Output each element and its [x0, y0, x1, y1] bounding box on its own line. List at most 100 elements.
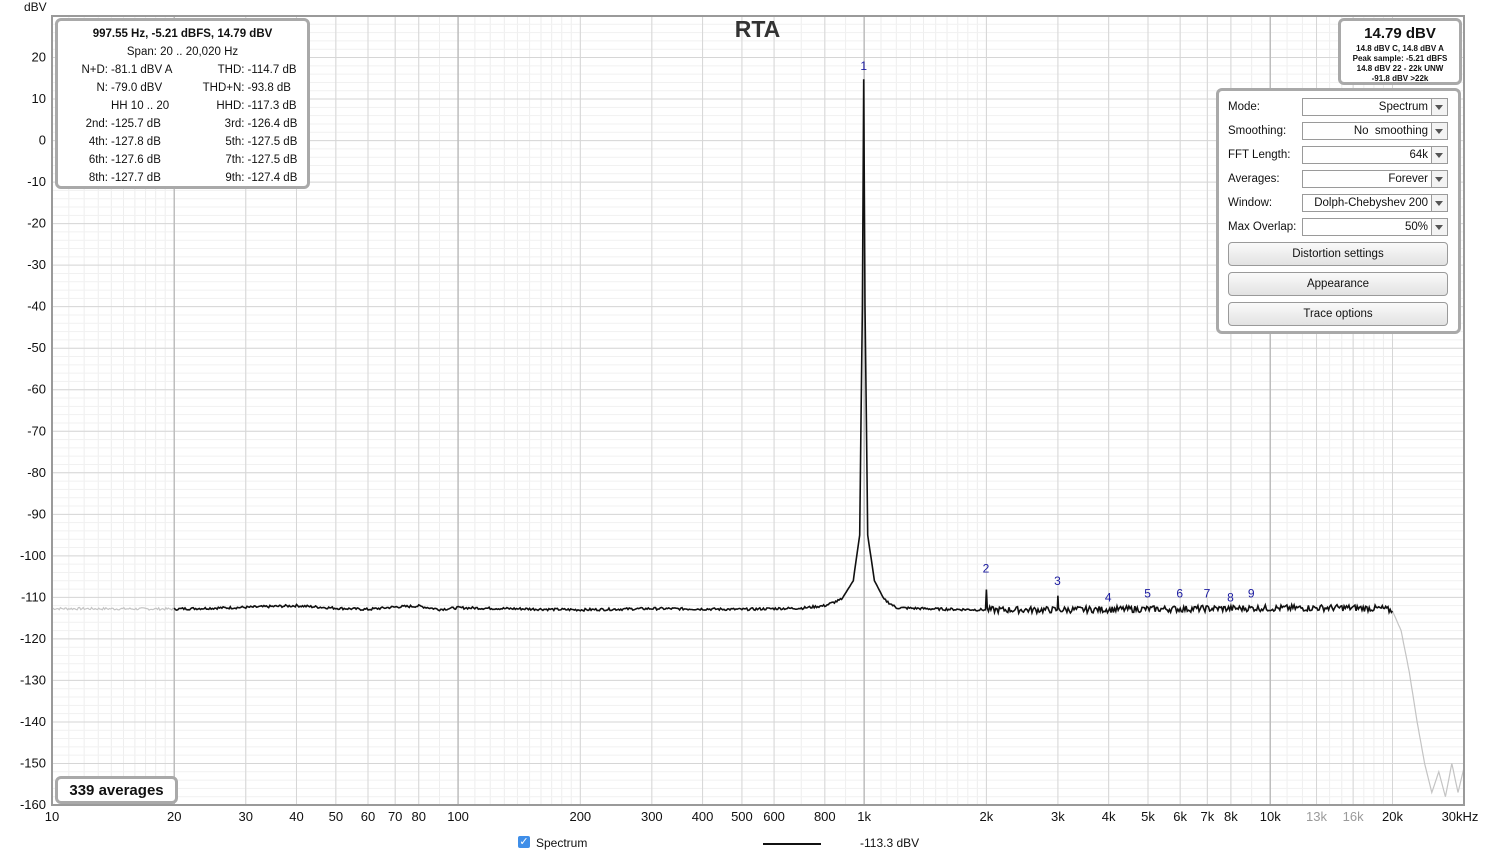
x-tick-label: 13k — [1306, 809, 1327, 824]
x-tick-label: 30kHz — [1442, 809, 1479, 824]
y-tick-label: -50 — [27, 340, 46, 355]
trace-legend: ✓ Spectrum -113.3 dBV — [0, 834, 1489, 854]
smoothing-value: No smoothing — [1353, 125, 1428, 137]
mode-row: Mode: Spectrum — [1228, 98, 1448, 118]
x-tick-label: 8k — [1224, 809, 1238, 824]
distortion-cell: HH 10 .. 20 — [58, 97, 183, 115]
distortion-value: -127.8 dB — [111, 136, 161, 148]
y-tick-label: -140 — [20, 714, 46, 729]
chevron-down-icon[interactable] — [1431, 219, 1447, 235]
distortion-label: THD: — [217, 64, 245, 76]
smoothing-label: Smoothing: — [1228, 125, 1287, 137]
distortion-label: N: — [96, 82, 109, 94]
distortion-cell: 6th: -127.6 dB — [58, 151, 183, 169]
distortion-cell: 2nd: -125.7 dB — [58, 115, 183, 133]
window-select[interactable]: Dolph-Chebyshev 200 — [1302, 194, 1448, 212]
y-tick-label: -110 — [21, 589, 46, 604]
averages-count-badge: 339 averages — [55, 776, 178, 804]
x-tick-label: 500 — [731, 809, 753, 824]
level-peak-sample: Peak sample: -5.21 dBFS — [1352, 54, 1448, 63]
y-tick-label: -60 — [27, 382, 46, 397]
y-tick-label: -150 — [20, 755, 46, 770]
x-tick-label: 2k — [980, 809, 994, 824]
level-readout-panel[interactable]: 14.79 dBV 14.8 dBV C, 14.8 dBV A Peak sa… — [1338, 18, 1462, 85]
level-main-value: 14.79 dBV — [1364, 25, 1436, 42]
max-overlap-label: Max Overlap: — [1228, 221, 1297, 233]
y-tick-label: -30 — [27, 257, 46, 272]
distortion-settings-button[interactable]: Distortion settings — [1228, 242, 1448, 266]
x-tick-label: 1k — [857, 809, 871, 824]
distortion-row: 4th: -127.8 dB 5th: -127.5 dB — [58, 133, 307, 151]
y-tick-label: -20 — [27, 216, 46, 231]
fundamental-readout: 997.55 Hz, -5.21 dBFS, 14.79 dBV — [92, 28, 273, 40]
fft-length-row: FFT Length: 64k — [1228, 146, 1448, 166]
distortion-value: -127.6 dB — [111, 154, 161, 166]
harmonic-marker-label: 9 — [1248, 586, 1255, 600]
level-weighted: 14.8 dBV C, 14.8 dBV A — [1356, 44, 1444, 53]
y-tick-label: -90 — [27, 506, 46, 521]
spectrum-visibility-checkbox[interactable]: ✓ — [518, 836, 530, 848]
distortion-label: 6th: — [88, 154, 108, 166]
distortion-readout-panel[interactable]: 997.55 Hz, -5.21 dBFS, 14.79 dBV Span: 2… — [55, 18, 310, 189]
legend-trace-name[interactable]: Spectrum — [536, 836, 587, 850]
window-label: Window: — [1228, 197, 1273, 209]
y-tick-label: -120 — [20, 631, 46, 646]
x-tick-label: 3k — [1051, 809, 1065, 824]
averages-select[interactable]: Forever — [1302, 170, 1448, 188]
harmonic-marker-label: 3 — [1054, 574, 1061, 588]
x-tick-label: 200 — [569, 809, 591, 824]
x-tick-label: 80 — [411, 809, 425, 824]
distortion-cell: 7th: -127.5 dB — [183, 151, 308, 169]
harmonic-marker-label: 7 — [1204, 586, 1211, 600]
y-tick-label: -100 — [20, 548, 46, 563]
distortion-label: 3rd: — [224, 118, 245, 130]
averages-value: Forever — [1388, 173, 1428, 185]
distortion-cell: 8th: -127.7 dB — [58, 169, 183, 187]
smoothing-select[interactable]: No smoothing — [1302, 122, 1448, 140]
distortion-label: 9th: — [225, 172, 245, 184]
max-overlap-value: 50% — [1404, 221, 1428, 233]
chevron-down-icon[interactable] — [1431, 147, 1447, 163]
harmonic-marker-label: 4 — [1105, 591, 1112, 605]
distortion-cell: N+D: -81.1 dBV A — [58, 61, 183, 79]
rta-controls-panel: Mode: Spectrum Smoothing: No smoothing F… — [1216, 88, 1461, 334]
chevron-down-icon[interactable] — [1431, 123, 1447, 139]
x-tick-label: 5k — [1141, 809, 1155, 824]
distortion-label — [58, 97, 111, 115]
y-tick-label: 10 — [32, 91, 46, 106]
x-tick-label: 100 — [447, 809, 469, 824]
distortion-value: -81.1 dBV A — [111, 64, 173, 76]
distortion-cell: THD: -114.7 dB — [183, 61, 308, 79]
distortion-label: 5th: — [225, 136, 245, 148]
distortion-value: -127.5 dB — [247, 154, 298, 166]
x-tick-label: 600 — [763, 809, 785, 824]
chevron-down-icon[interactable] — [1431, 195, 1447, 211]
distortion-label: N+D: — [81, 64, 108, 76]
mode-select[interactable]: Spectrum — [1302, 98, 1448, 116]
distortion-value: -126.4 dB — [247, 118, 298, 130]
distortion-cell: THD+N: -93.8 dB — [183, 79, 308, 97]
x-tick-label: 60 — [361, 809, 375, 824]
fft-length-value: 64k — [1409, 149, 1428, 161]
y-tick-label: -40 — [27, 299, 46, 314]
y-tick-label: 0 — [39, 133, 46, 148]
averages-row: Averages: Forever — [1228, 170, 1448, 190]
distortion-value: -114.7 dB — [247, 64, 297, 76]
x-tick-label: 400 — [692, 809, 714, 824]
distortion-label: 7th: — [225, 154, 245, 166]
x-tick-label: 16k — [1343, 809, 1364, 824]
trace-options-button[interactable]: Trace options — [1228, 302, 1448, 326]
distortion-value: -127.7 dB — [111, 172, 161, 184]
y-tick-label: -80 — [27, 465, 46, 480]
chevron-down-icon[interactable] — [1431, 99, 1447, 115]
max-overlap-select[interactable]: 50% — [1302, 218, 1448, 236]
harmonic-marker-label: 1 — [860, 59, 867, 73]
chart-title: RTA — [734, 16, 781, 42]
window-row: Window: Dolph-Chebyshev 200 — [1228, 194, 1448, 214]
fft-length-select[interactable]: 64k — [1302, 146, 1448, 164]
x-tick-label: 40 — [289, 809, 303, 824]
legend-line-swatch — [763, 843, 821, 845]
chevron-down-icon[interactable] — [1431, 171, 1447, 187]
distortion-value: -127.5 dB — [247, 136, 298, 148]
appearance-button[interactable]: Appearance — [1228, 272, 1448, 296]
